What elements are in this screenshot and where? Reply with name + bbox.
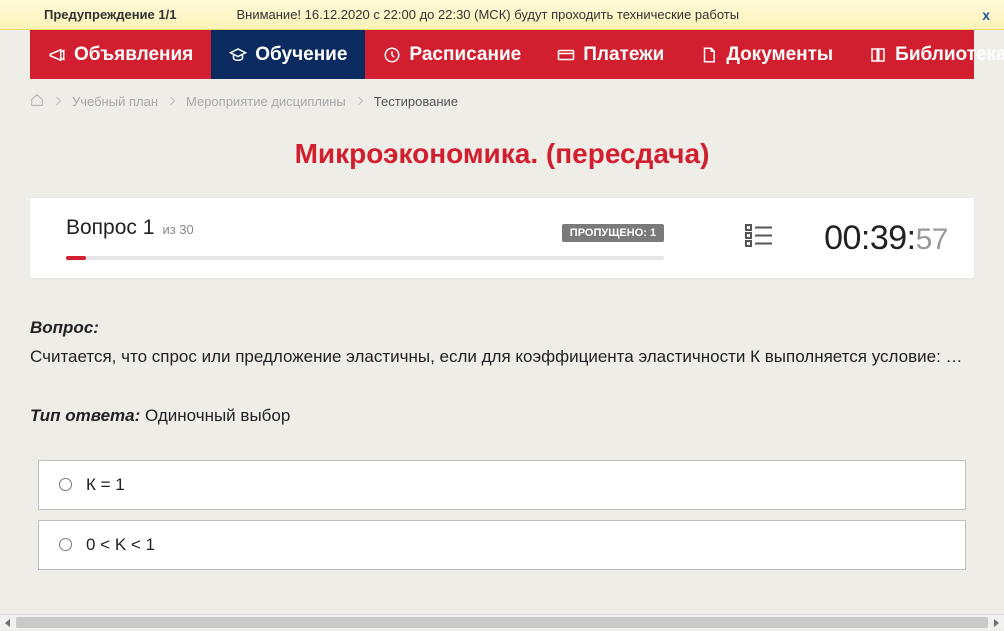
skipped-badge: ПРОПУЩЕНО: 1 [562, 224, 664, 242]
question-total-label: из 30 [162, 222, 193, 237]
breadcrumb-study-plan[interactable]: Учебный план [72, 94, 158, 109]
answer-option-label: 0 < K < 1 [86, 535, 155, 555]
nav-label: Расписание [409, 44, 521, 66]
main-nav: Объявления Обучение Расписание Платежи Д… [30, 30, 974, 79]
chevron-right-icon [356, 94, 364, 109]
nav-item-announcements[interactable]: Объявления [30, 30, 211, 79]
scroll-right-arrow[interactable] [988, 615, 1004, 631]
progress-bar [66, 256, 664, 260]
answer-option[interactable]: 0 < K < 1 [38, 520, 966, 570]
warning-message: Внимание! 16.12.2020 с 22:00 до 22:30 (М… [236, 7, 976, 22]
nav-label: Объявления [74, 44, 193, 66]
timer: 00:39:57 [824, 219, 948, 258]
page-title: Микроэкономика. (пересдача) [0, 138, 1004, 170]
answer-option[interactable]: К = 1 [38, 460, 966, 510]
nav-label: Библиотека [895, 44, 1004, 66]
nav-item-library[interactable]: Библиотека [851, 30, 1004, 79]
nav-label: Платежи [583, 44, 664, 66]
answer-type-row: Тип ответа: Одиночный выбор [30, 406, 974, 426]
breadcrumb-event[interactable]: Мероприятие дисциплины [186, 94, 346, 109]
question-list-button[interactable] [744, 223, 774, 254]
status-left: Вопрос 1 из 30 ПРОПУЩЕНО: 1 [66, 216, 664, 260]
answer-radio[interactable] [59, 478, 72, 491]
nav-item-learning[interactable]: Обучение [211, 30, 365, 79]
answer-options: К = 1 0 < K < 1 [30, 460, 974, 570]
book-icon [869, 46, 887, 64]
nav-item-schedule[interactable]: Расписание [365, 30, 539, 79]
warning-bar: Предупреждение 1/1 Внимание! 16.12.2020 … [0, 0, 1004, 30]
answer-type-label: Тип ответа: [30, 406, 140, 425]
answer-option-label: К = 1 [86, 475, 125, 495]
nav-label: Документы [726, 44, 833, 66]
breadcrumb-testing: Тестирование [374, 94, 458, 109]
chevron-right-icon [168, 94, 176, 109]
warning-title: Предупреждение 1/1 [44, 7, 176, 22]
timer-seconds: 57 [916, 223, 948, 257]
nav-label: Обучение [255, 44, 347, 66]
progress-fill [66, 256, 86, 260]
horizontal-scrollbar[interactable] [0, 614, 1004, 630]
breadcrumb: Учебный план Мероприятие дисциплины Тест… [0, 79, 1004, 120]
warning-close-button[interactable]: x [976, 7, 996, 23]
answer-radio[interactable] [59, 538, 72, 551]
question-content: Вопрос: Считается, что спрос или предлож… [0, 278, 1004, 570]
card-icon [557, 46, 575, 64]
nav-item-payments[interactable]: Платежи [539, 30, 682, 79]
scroll-track[interactable] [16, 615, 988, 630]
timer-main: 00:39: [824, 219, 916, 258]
answer-type-value: Одиночный выбор [140, 406, 290, 425]
graduation-cap-icon [229, 46, 247, 64]
nav-item-documents[interactable]: Документы [682, 30, 851, 79]
question-heading: Вопрос: [30, 318, 974, 338]
chevron-right-icon [54, 94, 62, 109]
home-icon[interactable] [30, 93, 44, 110]
clock-icon [383, 46, 401, 64]
status-card: Вопрос 1 из 30 ПРОПУЩЕНО: 1 00:39:57 [30, 198, 974, 278]
scroll-thumb[interactable] [16, 617, 988, 628]
megaphone-icon [48, 46, 66, 64]
document-icon [700, 46, 718, 64]
question-number-label: Вопрос 1 [66, 216, 154, 240]
scroll-left-arrow[interactable] [0, 615, 16, 631]
question-text: Считается, что спрос или предложение эла… [30, 344, 974, 370]
